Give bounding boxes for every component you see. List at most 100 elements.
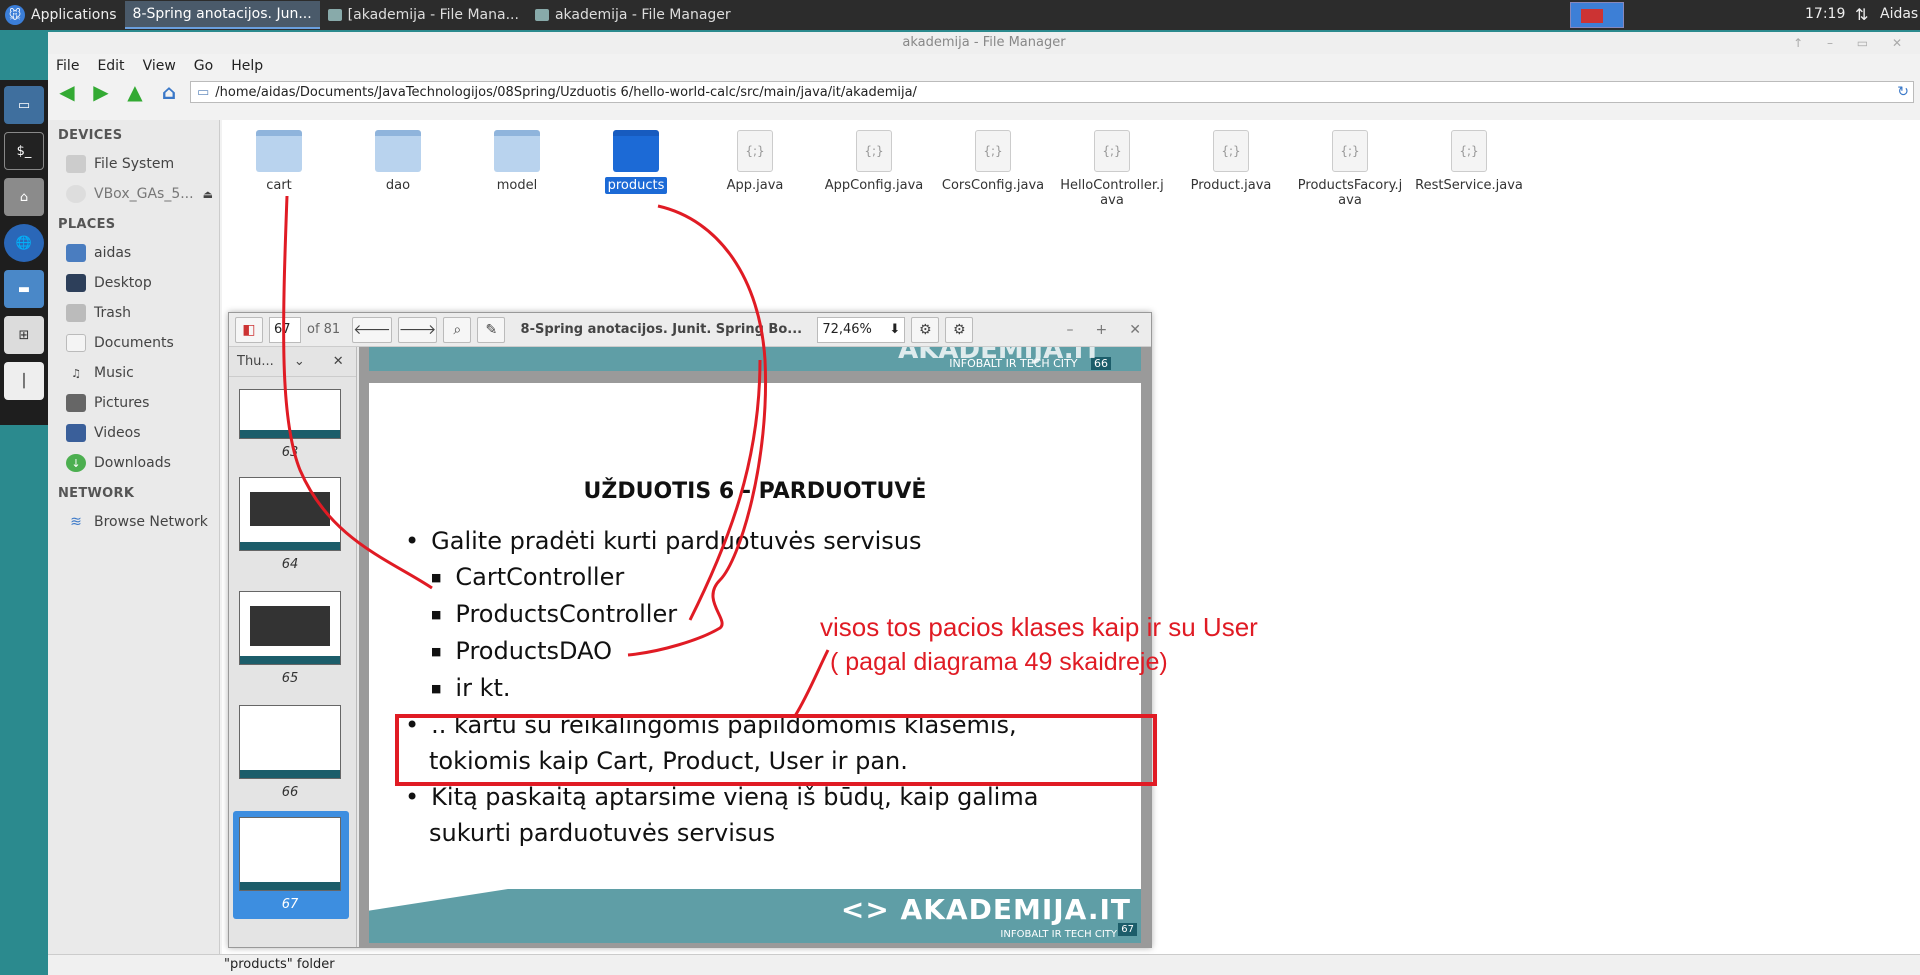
file-item-appconfig-java[interactable]: {;} AppConfig.java: [819, 130, 929, 193]
settings-gear-icon[interactable]: ⚙: [945, 316, 974, 343]
annotation-line-2: ( pagal diagrama 49 skaidreje): [830, 648, 1168, 676]
sidebar-item-documents[interactable]: Documents: [48, 328, 219, 358]
back-arrow-icon[interactable]: ◀: [54, 80, 80, 104]
show-desktop-icon[interactable]: ▭: [4, 86, 44, 124]
thumbnail-page[interactable]: [239, 591, 341, 665]
cdrom-icon: [66, 185, 86, 203]
thumbnail-number: 67: [281, 897, 299, 912]
workspace-switcher[interactable]: [1570, 2, 1624, 28]
task-pdf-viewer[interactable]: 8-Spring anotacijos. Jun...: [124, 1, 1152, 948]
menu-file[interactable]: File: [56, 58, 79, 74]
menu-view[interactable]: View: [143, 58, 176, 74]
forward-arrow-icon[interactable]: ▶: [88, 80, 114, 104]
sidebar-item-trash[interactable]: Trash: [48, 298, 219, 328]
home-icon[interactable]: ⌂: [156, 80, 182, 104]
thumbnail-page[interactable]: [239, 477, 341, 551]
thumbnail-page-current[interactable]: [239, 817, 341, 891]
user-menu[interactable]: Aidas: [1880, 6, 1918, 22]
terminal-icon[interactable]: $_: [4, 132, 44, 170]
home-folder-icon[interactable]: ⌂: [4, 178, 44, 216]
location-field[interactable]: ▭ /home/aidas/Documents/JavaTechnologijo…: [190, 81, 1914, 103]
sidebar-item-pictures[interactable]: Pictures: [48, 388, 219, 418]
file-name: App.java: [726, 178, 784, 193]
search-icon[interactable]: ⌕: [443, 316, 472, 343]
menu-help[interactable]: Help: [231, 58, 263, 74]
sidebar-item-label: Music: [94, 365, 134, 381]
sidebar-item-file-system[interactable]: File System: [48, 149, 219, 179]
thumbnail-page[interactable]: [239, 389, 341, 439]
sidebar-item-vbox[interactable]: VBox_GAs_5... ⏏: [48, 179, 219, 209]
folder-icon: [375, 130, 421, 172]
download-icon: ↓: [66, 454, 86, 472]
prev-page-icon[interactable]: 🡐: [352, 316, 392, 343]
file-item-model[interactable]: model: [462, 130, 572, 193]
file-item-cart[interactable]: cart: [224, 130, 334, 193]
menu-edit[interactable]: Edit: [97, 58, 124, 74]
sidebar-item-browse-network[interactable]: ≋ Browse Network: [48, 507, 219, 537]
pdf-app-icon[interactable]: ◧: [235, 316, 263, 343]
page-number-input[interactable]: 67: [269, 316, 301, 343]
settings-icon[interactable]: ⎮: [4, 362, 44, 400]
zoom-value: 72,46%: [822, 321, 872, 337]
desktop-icon: [66, 274, 86, 292]
file-item-restservice-java[interactable]: {;} RestService.java: [1414, 130, 1524, 193]
file-item-corsconfig-java[interactable]: {;} CorsConfig.java: [938, 130, 1048, 193]
sidebar-heading-network: NETWORK: [58, 486, 135, 501]
java-file-icon: {;}: [975, 130, 1011, 172]
thumbnail-page[interactable]: [239, 705, 341, 779]
sidebar-item-videos[interactable]: Videos: [48, 418, 219, 448]
refresh-icon[interactable]: ↻: [1897, 84, 1909, 100]
web-browser-icon[interactable]: 🌐: [4, 224, 44, 262]
sidebar-item-label: Downloads: [94, 455, 171, 471]
sidebar-item-downloads[interactable]: ↓ Downloads: [48, 448, 219, 478]
applications-label: Applications: [31, 7, 117, 23]
menu-go[interactable]: Go: [194, 58, 213, 74]
thumbnail-sidebar: Thu... ⌄ ✕ 63 64 65 66 67: [229, 347, 357, 947]
zoom-select[interactable]: 72,46% ⬇: [817, 316, 906, 343]
file-item-product-java[interactable]: {;} Product.java: [1176, 130, 1286, 193]
up-arrow-icon[interactable]: ▲: [122, 80, 148, 104]
minimize-icon[interactable]: –: [1067, 322, 1074, 338]
sidebar-heading-devices: DEVICES: [58, 128, 123, 143]
thumbnails-select[interactable]: Thu...: [237, 354, 274, 369]
status-bar: "products" folder: [48, 954, 1920, 975]
camera-icon: [66, 394, 86, 412]
task-file-manager-2[interactable]: akademija - File Manager: [527, 1, 737, 29]
file-name: RestService.java: [1415, 178, 1523, 193]
file-item-app-java[interactable]: {;} App.java: [700, 130, 810, 193]
file-item-dao[interactable]: dao: [343, 130, 453, 193]
app-finder-icon[interactable]: ⊞: [4, 316, 44, 354]
window-controls[interactable]: ↑ – ▭ ✕: [1793, 32, 1912, 54]
file-item-products[interactable]: products: [581, 130, 691, 194]
sidebar-item-music[interactable]: ♫ Music: [48, 358, 219, 388]
music-note-icon: ♫: [71, 366, 81, 380]
page-badge: 67: [1118, 923, 1137, 936]
task-label: akademija - File Manager: [554, 7, 731, 23]
window-titlebar[interactable]: akademija - File Manager ↑ – ▭ ✕: [48, 32, 1920, 54]
chevron-down-icon[interactable]: ⌄: [294, 354, 305, 369]
close-icon[interactable]: ✕: [1129, 322, 1141, 338]
network-arrows-icon[interactable]: ⇅: [1855, 5, 1868, 24]
close-icon[interactable]: ✕: [333, 354, 344, 369]
thumb-band: [240, 430, 340, 438]
java-file-icon: {;}: [1332, 130, 1368, 172]
file-item-productsfacory-java[interactable]: {;} ProductsFacory.java: [1295, 130, 1405, 208]
page-view[interactable]: AKADEMIJA.IT INFOBALT IR TECH CITY 66 UŽ…: [359, 347, 1151, 947]
maximize-icon[interactable]: +: [1096, 322, 1108, 338]
sidebar-item-desktop[interactable]: Desktop: [48, 268, 219, 298]
applications-menu[interactable]: 🐭 Applications: [0, 0, 125, 30]
thumb-band: [240, 656, 340, 664]
gear-icon[interactable]: ⚙: [911, 316, 940, 343]
sidebar-item-aidas[interactable]: aidas: [48, 238, 219, 268]
bullet-1: Galite pradėti kurti parduotuvės servisu…: [405, 523, 1125, 559]
eject-icon[interactable]: ⏏: [203, 188, 213, 201]
document-icon: [66, 334, 86, 352]
file-item-hellocontroller-java[interactable]: {;} HelloController.java: [1057, 130, 1167, 208]
sidebar-item-label: Desktop: [94, 275, 152, 291]
next-page-icon[interactable]: 🡒: [397, 316, 438, 343]
file-manager-icon[interactable]: ▬: [4, 270, 44, 308]
window-thumb: [1581, 9, 1603, 23]
task-file-manager-1[interactable]: [akademija - File Mana...: [320, 1, 527, 29]
annotate-icon[interactable]: ✎: [477, 316, 506, 343]
clock[interactable]: 17:19: [1805, 6, 1845, 22]
